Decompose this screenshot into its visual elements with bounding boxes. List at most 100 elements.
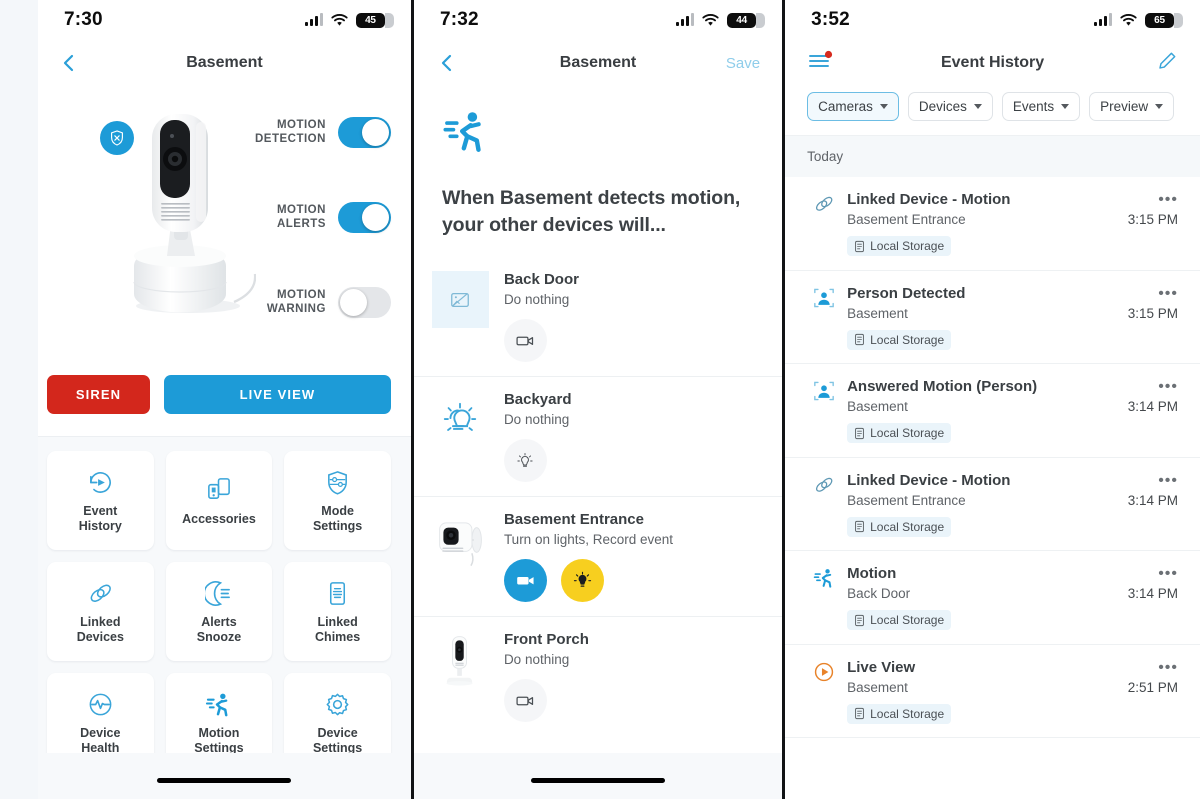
battery-icon: 65: [1145, 12, 1184, 28]
switch-knob: [361, 118, 389, 146]
tile-linked-devices[interactable]: Linked Devices: [47, 562, 154, 661]
event-body: Linked Device - Motion ••• Basement Entr…: [841, 191, 1178, 258]
status-badge: Local Storage: [847, 610, 952, 630]
event-row[interactable]: Person Detected ••• Basement 3:15 PM Loc…: [785, 271, 1200, 364]
list-item[interactable]: Front Porch Do nothing: [413, 616, 783, 736]
light-bulb-icon[interactable]: [503, 439, 547, 482]
floodlight-bulb-icon: [432, 391, 489, 448]
device-action: Do nothing: [503, 412, 570, 427]
moon-snooze-icon: [205, 578, 232, 608]
event-more-button[interactable]: •••: [1158, 285, 1178, 301]
badge-label: Local Storage: [870, 706, 945, 721]
back-button[interactable]: [58, 52, 80, 74]
list-item-body: Backyard Do nothing: [489, 391, 754, 482]
camera-preview-area: MOTION DETECTION MOTION ALERTS MOTION WA…: [38, 86, 411, 371]
event-mid-row: Basement 3:14 PM: [847, 399, 1178, 414]
running-person-icon: [807, 565, 841, 632]
chevron-down-icon: [973, 104, 982, 109]
device-action-buttons: [503, 319, 754, 362]
tile-event-history[interactable]: Event History: [47, 451, 154, 550]
section-header-today: Today: [785, 135, 1200, 177]
tile-label: Device Settings: [312, 726, 363, 755]
chip-label: Devices: [918, 99, 967, 114]
tile-label: Event History: [78, 504, 122, 533]
event-row[interactable]: Live View ••• Basement 2:51 PM Local Sto…: [785, 645, 1200, 738]
list-item[interactable]: Basement Entrance Turn on lights, Record…: [413, 496, 783, 616]
event-row[interactable]: Linked Device - Motion ••• Basement Entr…: [785, 177, 1200, 271]
status-indicators: 65: [1094, 12, 1184, 28]
home-indicator[interactable]: [531, 778, 666, 783]
wifi-icon: [331, 13, 348, 27]
pencil-edit-icon[interactable]: [1156, 50, 1178, 77]
device-action: Do nothing: [503, 652, 570, 667]
event-row[interactable]: Motion ••• Back Door 3:14 PM Local Stora…: [785, 551, 1200, 645]
event-row[interactable]: Linked Device - Motion ••• Basement Entr…: [785, 458, 1200, 551]
filter-chip-row: Cameras Devices Events Preview: [785, 86, 1200, 135]
switch-motion-alerts[interactable]: [337, 201, 391, 233]
linked-device-list: Back Door Do nothing Backyard Do nothing: [413, 257, 783, 736]
switch-motion-warning[interactable]: [337, 286, 391, 318]
event-mid-row: Basement Entrance 3:14 PM: [847, 493, 1178, 508]
event-more-button[interactable]: •••: [1158, 191, 1178, 208]
storage-icon: [855, 707, 864, 720]
battery-icon: 45: [355, 12, 394, 28]
chip-label: Preview: [1100, 99, 1149, 114]
save-button[interactable]: Save: [726, 55, 760, 72]
nav-bar: Basement Save: [414, 40, 782, 86]
status-badge: Local Storage: [847, 236, 952, 256]
camera-record-icon[interactable]: [503, 319, 547, 362]
toggle-motion-detection[interactable]: MOTION DETECTION: [231, 108, 391, 156]
storage-icon: [855, 614, 864, 626]
event-device: Basement: [847, 305, 908, 321]
cellular-signal-icon: [676, 13, 695, 26]
event-more-button[interactable]: •••: [1158, 472, 1178, 488]
filter-chip-cameras[interactable]: Cameras: [807, 92, 899, 121]
switch-motion-detection[interactable]: [337, 116, 391, 148]
status-bar: 7:32 44: [414, 0, 782, 40]
light-bulb-icon[interactable]: [560, 559, 604, 602]
event-more-button[interactable]: •••: [1158, 659, 1178, 675]
tile-linked-chimes[interactable]: Linked Chimes: [284, 562, 391, 661]
home-indicator[interactable]: [157, 778, 292, 783]
list-item[interactable]: Backyard Do nothing: [413, 376, 783, 496]
hero-section: When Basement detects motion, your other…: [414, 86, 782, 239]
status-time: 7:32: [439, 9, 479, 30]
accessories-icon: [205, 475, 232, 505]
event-time: 2:51 PM: [1127, 679, 1179, 695]
tile-mode-settings[interactable]: Mode Settings: [284, 451, 391, 550]
tile-alerts-snooze[interactable]: Alerts Snooze: [165, 562, 273, 661]
tile-label: Mode Settings: [312, 504, 363, 533]
back-button[interactable]: [436, 52, 458, 74]
event-more-button[interactable]: •••: [1158, 378, 1178, 395]
event-more-button[interactable]: •••: [1158, 565, 1178, 582]
history-replay-icon: [87, 467, 114, 497]
filter-chip-events[interactable]: Events: [1001, 92, 1081, 121]
hamburger-menu-icon[interactable]: [807, 50, 833, 77]
person-detected-icon: [807, 378, 841, 445]
running-person-icon: [442, 108, 754, 159]
event-row[interactable]: Answered Motion (Person) ••• Basement 3:…: [785, 364, 1200, 458]
filter-chip-devices[interactable]: Devices: [907, 92, 993, 121]
hero-headline: When Basement detects motion, your other…: [441, 187, 741, 236]
linked-devices-panel: 7:32 44 Basement Save When Basement dete…: [413, 0, 783, 799]
status-badge: Local Storage: [847, 516, 952, 537]
status-time: 3:52: [811, 9, 850, 30]
filter-chip-preview[interactable]: Preview: [1089, 92, 1175, 121]
badge-label: Local Storage: [870, 613, 945, 627]
status-indicators: 45: [304, 12, 394, 28]
badge-label: Local Storage: [870, 426, 945, 440]
camera-record-icon[interactable]: [503, 559, 547, 602]
badge-label: Local Storage: [870, 519, 945, 534]
camera-record-icon[interactable]: [503, 679, 547, 722]
battery-level: 65: [1154, 14, 1165, 26]
list-item[interactable]: Back Door Do nothing: [414, 257, 782, 376]
storage-icon: [855, 520, 864, 533]
event-device: Basement: [847, 679, 908, 695]
siren-button[interactable]: SIREN: [47, 375, 150, 414]
tile-accessories[interactable]: Accessories: [165, 451, 273, 550]
wifi-icon: [702, 13, 719, 27]
toggle-motion-warning[interactable]: MOTION WARNING: [231, 278, 391, 326]
live-view-button[interactable]: LIVE VIEW: [164, 375, 391, 414]
toggle-motion-alerts[interactable]: MOTION ALERTS: [231, 193, 391, 241]
tile-label: Accessories: [182, 511, 256, 526]
